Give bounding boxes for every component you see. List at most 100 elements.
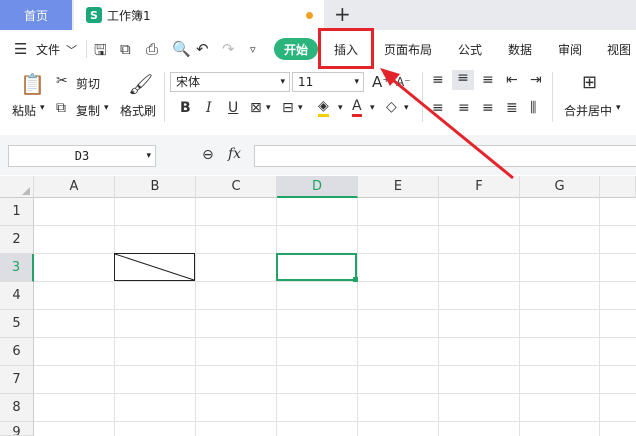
row-header[interactable]: 2 [0, 226, 34, 254]
merge-center-icon[interactable]: ⊞ [582, 72, 597, 93]
divider [86, 40, 87, 58]
export-icon[interactable]: ⧉ [120, 40, 131, 58]
menu-view[interactable]: 视图 [607, 41, 631, 58]
paste-button[interactable]: 粘贴 [12, 102, 36, 119]
grid-line [34, 365, 636, 366]
merge-center-button[interactable]: 合并居中 [564, 102, 612, 119]
zoom-icon[interactable]: ⊖ [202, 147, 214, 163]
border-icon[interactable]: ⊠ [250, 100, 262, 116]
tab-home[interactable]: 首页 [0, 0, 72, 30]
column-header-selected[interactable]: D [277, 176, 358, 198]
copy-icon[interactable]: ⧉ [56, 100, 66, 116]
grid-line [114, 198, 115, 436]
paste-dropdown-icon[interactable]: ▾ [40, 103, 45, 113]
print-preview-icon[interactable]: 🔍 [172, 40, 191, 58]
name-box[interactable]: D3 ▾ [8, 145, 156, 167]
menu-data[interactable]: 数据 [508, 41, 532, 58]
menu-file[interactable]: 文件 [36, 41, 60, 58]
font-name-value: 宋体 [176, 75, 201, 89]
column-header[interactable]: A [34, 176, 115, 198]
font-name-dropdown[interactable]: 宋体 ▾ [170, 72, 290, 92]
distribute-icon[interactable]: ⫼ [530, 100, 536, 116]
increase-indent-icon[interactable]: ⇥ [530, 72, 542, 88]
select-all-corner[interactable] [0, 176, 34, 198]
row-header[interactable]: 7 [0, 366, 34, 394]
border-dropdown-icon[interactable]: ▾ [266, 103, 271, 113]
fx-button[interactable]: fx [228, 146, 241, 162]
font-size-dropdown[interactable]: 11 ▾ [292, 72, 364, 92]
menu-start[interactable]: 开始 [274, 38, 318, 60]
menu-formulas[interactable]: 公式 [458, 41, 482, 58]
diagonal-line [114, 253, 195, 281]
chevron-down-icon: ▾ [354, 77, 359, 87]
annotation-arrow [380, 68, 514, 180]
chevron-down-icon: ▾ [146, 151, 151, 161]
format-painter-button[interactable]: 格式刷 [120, 102, 156, 119]
row-header-selected[interactable]: 3 [0, 254, 34, 282]
column-header[interactable] [600, 176, 636, 198]
cell-style-icon[interactable]: ⊟ [282, 100, 294, 116]
row-header[interactable]: 4 [0, 282, 34, 310]
grid-line [34, 421, 636, 422]
redo-icon[interactable]: ↷ [222, 40, 235, 58]
format-painter-icon[interactable]: 🖌 [128, 72, 153, 96]
row-header[interactable]: 5 [0, 310, 34, 338]
grid-line [519, 198, 520, 436]
bold-button[interactable]: B [180, 100, 191, 116]
row-header[interactable]: 8 [0, 394, 34, 422]
font-color-button[interactable]: A [352, 98, 362, 117]
quick-access-more-icon[interactable]: ▿ [250, 43, 256, 56]
grid-line [438, 198, 439, 436]
fill-color-icon[interactable]: ◈ [318, 98, 329, 117]
divider [552, 72, 553, 122]
save-icon[interactable]: 🖫 [94, 40, 107, 65]
underline-button[interactable]: U [228, 100, 238, 116]
divider [164, 72, 165, 122]
grid-line [34, 337, 636, 338]
clipboard-icon[interactable]: 📋 [20, 72, 45, 96]
new-tab-button[interactable]: + [334, 2, 351, 26]
name-box-value: D3 [74, 149, 90, 163]
row-header[interactable]: 6 [0, 338, 34, 366]
highlight-box-insert [318, 28, 374, 69]
column-header[interactable]: G [520, 176, 600, 198]
row-header[interactable]: 9 [0, 422, 34, 436]
fill-handle[interactable] [353, 277, 358, 282]
column-header[interactable]: C [196, 176, 277, 198]
fill-color-dropdown-icon[interactable]: ▾ [338, 103, 343, 113]
column-header[interactable]: B [115, 176, 196, 198]
grid-line [276, 198, 277, 436]
chevron-down-icon: ▾ [280, 77, 285, 87]
print-icon[interactable]: ⎙ [146, 40, 158, 58]
undo-icon[interactable]: ↶ [196, 40, 209, 58]
tab-workbook-label: 工作簿1 [107, 8, 151, 23]
font-size-value: 11 [298, 75, 314, 89]
grid-line [34, 309, 636, 310]
italic-button[interactable]: I [206, 100, 212, 116]
copy-dropdown-icon[interactable]: ▾ [104, 103, 109, 113]
grid-line [34, 225, 636, 226]
merge-dropdown-icon[interactable]: ▾ [616, 103, 621, 113]
grid-line [34, 281, 636, 282]
cell-b3-diagonal[interactable] [114, 253, 195, 281]
scissors-icon[interactable]: ✂ [56, 73, 68, 89]
hamburger-menu-icon[interactable]: ☰ [14, 40, 27, 58]
menu-review[interactable]: 审阅 [558, 41, 582, 58]
tab-home-label: 首页 [23, 8, 48, 23]
chevron-down-icon[interactable]: ﹀ [66, 42, 77, 58]
grid-line [34, 393, 636, 394]
cell-style-dropdown-icon[interactable]: ▾ [298, 103, 303, 113]
copy-button[interactable]: 复制 [76, 102, 100, 119]
grid-line [195, 198, 196, 436]
row-header[interactable]: 1 [0, 198, 34, 226]
spreadsheet-grid[interactable] [0, 176, 636, 436]
cut-button[interactable]: 剪切 [76, 75, 100, 92]
selected-cell-d3[interactable] [276, 253, 357, 281]
corner-triangle-icon [22, 187, 30, 195]
tab-workbook[interactable]: S 工作簿1 [74, 0, 324, 30]
grid-line [357, 198, 358, 436]
spreadsheet-icon: S [86, 7, 102, 23]
unsaved-dot-icon [306, 12, 313, 19]
menu-page-layout[interactable]: 页面布局 [384, 41, 432, 58]
grid-line [599, 198, 600, 436]
